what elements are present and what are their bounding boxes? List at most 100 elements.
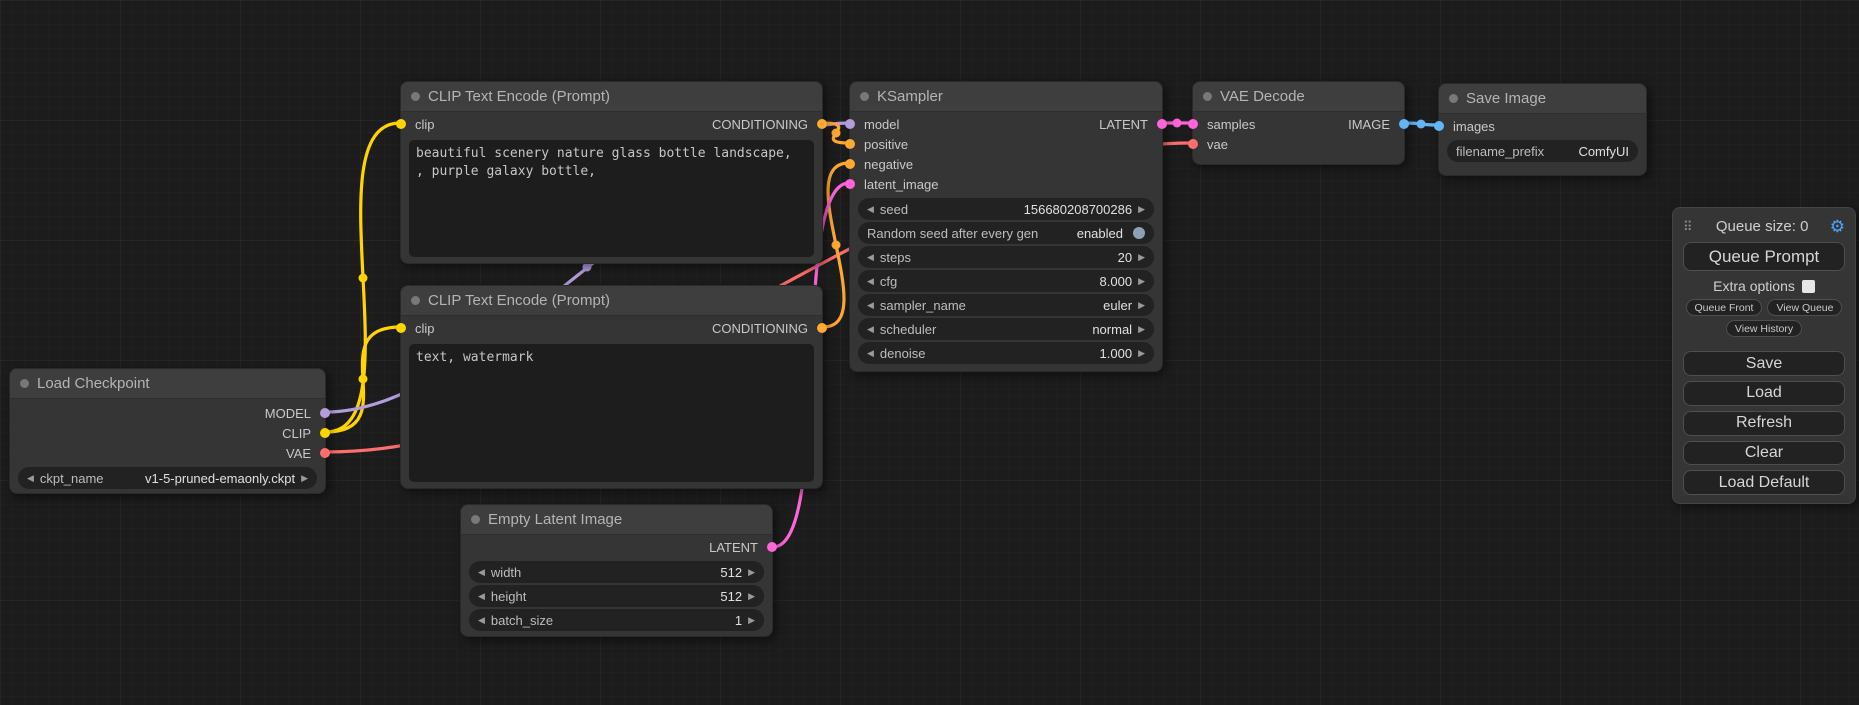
collapse-dot-icon[interactable] bbox=[1449, 94, 1458, 103]
steps-widget[interactable]: ◀ steps 20 ▶ bbox=[858, 246, 1154, 268]
link-midpoint-dot bbox=[359, 375, 368, 384]
negative-prompt-textarea[interactable]: text, watermark bbox=[409, 344, 814, 482]
drag-handle-icon[interactable]: ⠿ bbox=[1683, 219, 1693, 235]
extra-options-checkbox[interactable] bbox=[1802, 280, 1815, 293]
node-title-bar[interactable]: KSampler bbox=[850, 82, 1162, 112]
port-conditioning-output[interactable] bbox=[817, 323, 827, 333]
load-button[interactable]: Load bbox=[1683, 381, 1845, 406]
arrow-right-icon[interactable]: ▶ bbox=[1138, 349, 1145, 358]
arrow-right-icon[interactable]: ▶ bbox=[1138, 301, 1145, 310]
collapse-dot-icon[interactable] bbox=[471, 515, 480, 524]
node-vae-decode[interactable]: VAE Decode samples IMAGE vae bbox=[1192, 81, 1405, 165]
arrow-left-icon[interactable]: ◀ bbox=[478, 592, 485, 601]
port-label-samples-input: samples bbox=[1207, 117, 1255, 132]
height-widget[interactable]: ◀ height 512 ▶ bbox=[469, 585, 764, 607]
node-title-bar[interactable]: CLIP Text Encode (Prompt) bbox=[401, 286, 822, 316]
link-midpoint-dot bbox=[832, 129, 841, 138]
arrow-left-icon[interactable]: ◀ bbox=[478, 568, 485, 577]
port-conditioning-output[interactable] bbox=[817, 119, 827, 129]
arrow-left-icon[interactable]: ◀ bbox=[867, 325, 874, 334]
widget-label: filename_prefix bbox=[1456, 144, 1544, 159]
node-graph-canvas[interactable]: Load Checkpoint MODEL CLIP VAE ◀ ckpt_na… bbox=[0, 0, 1859, 705]
save-button[interactable]: Save bbox=[1683, 351, 1845, 376]
collapse-dot-icon[interactable] bbox=[860, 92, 869, 101]
collapse-dot-icon[interactable] bbox=[411, 296, 420, 305]
seed-widget[interactable]: ◀ seed 156680208700286 ▶ bbox=[858, 198, 1154, 220]
arrow-right-icon[interactable]: ▶ bbox=[1138, 253, 1145, 262]
queue-front-button[interactable]: Queue Front bbox=[1686, 299, 1763, 316]
port-model-input[interactable] bbox=[845, 119, 855, 129]
width-widget[interactable]: ◀ width 512 ▶ bbox=[469, 561, 764, 583]
node-title-bar[interactable]: Save Image bbox=[1439, 84, 1646, 114]
arrow-right-icon[interactable]: ▶ bbox=[1138, 325, 1145, 334]
positive-prompt-textarea[interactable]: beautiful scenery nature glass bottle la… bbox=[409, 140, 814, 257]
collapse-dot-icon[interactable] bbox=[1203, 92, 1212, 101]
arrow-left-icon[interactable]: ◀ bbox=[867, 277, 874, 286]
widget-value: normal bbox=[1092, 322, 1132, 337]
cfg-widget[interactable]: ◀ cfg 8.000 ▶ bbox=[858, 270, 1154, 292]
arrow-left-icon[interactable]: ◀ bbox=[27, 474, 34, 483]
widget-label: sampler_name bbox=[880, 298, 966, 313]
scheduler-widget[interactable]: ◀ scheduler normal ▶ bbox=[858, 318, 1154, 340]
toggle-knob-icon[interactable] bbox=[1133, 227, 1145, 239]
refresh-button[interactable]: Refresh bbox=[1683, 411, 1845, 436]
port-label-images-input: images bbox=[1453, 119, 1495, 134]
node-title-bar[interactable]: VAE Decode bbox=[1193, 82, 1404, 112]
port-negative-input[interactable] bbox=[845, 159, 855, 169]
node-clip-text-encode-negative[interactable]: CLIP Text Encode (Prompt) clip CONDITION… bbox=[400, 285, 823, 489]
port-vae-input[interactable] bbox=[1188, 139, 1198, 149]
widget-value: enabled bbox=[1077, 226, 1123, 241]
node-clip-text-encode-positive[interactable]: CLIP Text Encode (Prompt) clip CONDITION… bbox=[400, 81, 823, 264]
arrow-right-icon[interactable]: ▶ bbox=[1138, 205, 1145, 214]
port-samples-input[interactable] bbox=[1188, 119, 1198, 129]
port-clip-input[interactable] bbox=[396, 323, 406, 333]
settings-gear-icon[interactable]: ⚙ bbox=[1830, 217, 1845, 237]
collapse-dot-icon[interactable] bbox=[20, 379, 29, 388]
arrow-left-icon[interactable]: ◀ bbox=[867, 301, 874, 310]
ckpt-name-widget[interactable]: ◀ ckpt_name v1-5-pruned-emaonly.ckpt ▶ bbox=[18, 467, 317, 489]
arrow-right-icon[interactable]: ▶ bbox=[748, 568, 755, 577]
port-model-output[interactable] bbox=[320, 408, 330, 418]
port-label-image-output: IMAGE bbox=[1348, 117, 1390, 132]
port-clip-output[interactable] bbox=[320, 428, 330, 438]
node-title: Empty Latent Image bbox=[488, 511, 622, 528]
node-title-bar[interactable]: Empty Latent Image bbox=[461, 505, 772, 535]
arrow-left-icon[interactable]: ◀ bbox=[867, 349, 874, 358]
arrow-right-icon[interactable]: ▶ bbox=[1138, 277, 1145, 286]
port-clip-input[interactable] bbox=[396, 119, 406, 129]
node-ksampler[interactable]: KSampler model LATENT positive negative … bbox=[849, 81, 1163, 372]
collapse-dot-icon[interactable] bbox=[411, 92, 420, 101]
arrow-right-icon[interactable]: ▶ bbox=[748, 616, 755, 625]
arrow-left-icon[interactable]: ◀ bbox=[867, 253, 874, 262]
port-latent-output[interactable] bbox=[1157, 119, 1167, 129]
port-image-output[interactable] bbox=[1399, 119, 1409, 129]
port-images-input[interactable] bbox=[1434, 121, 1444, 131]
node-save-image[interactable]: Save Image images filename_prefix ComfyU… bbox=[1438, 83, 1647, 176]
node-title-bar[interactable]: CLIP Text Encode (Prompt) bbox=[401, 82, 822, 112]
port-latent-image-input[interactable] bbox=[845, 179, 855, 189]
port-latent-output[interactable] bbox=[767, 542, 777, 552]
link-midpoint-dot bbox=[1417, 120, 1426, 129]
node-empty-latent-image[interactable]: Empty Latent Image LATENT ◀ width 512 ▶ … bbox=[460, 504, 773, 637]
batch-size-widget[interactable]: ◀ batch_size 1 ▶ bbox=[469, 609, 764, 631]
node-load-checkpoint[interactable]: Load Checkpoint MODEL CLIP VAE ◀ ckpt_na… bbox=[9, 368, 326, 494]
node-title-bar[interactable]: Load Checkpoint bbox=[10, 369, 325, 399]
clear-button[interactable]: Clear bbox=[1683, 441, 1845, 466]
arrow-left-icon[interactable]: ◀ bbox=[867, 205, 874, 214]
arrow-left-icon[interactable]: ◀ bbox=[478, 616, 485, 625]
node-title: Load Checkpoint bbox=[37, 375, 150, 392]
filename-prefix-widget[interactable]: filename_prefix ComfyUI bbox=[1447, 140, 1638, 162]
queue-prompt-button[interactable]: Queue Prompt bbox=[1683, 242, 1845, 272]
port-vae-output[interactable] bbox=[320, 448, 330, 458]
queue-panel[interactable]: ⠿ Queue size: 0 ⚙ Queue Prompt Extra opt… bbox=[1672, 207, 1856, 504]
random-seed-toggle-widget[interactable]: Random seed after every gen enabled bbox=[858, 222, 1154, 244]
sampler-name-widget[interactable]: ◀ sampler_name euler ▶ bbox=[858, 294, 1154, 316]
view-history-button[interactable]: View History bbox=[1726, 320, 1802, 337]
port-positive-input[interactable] bbox=[845, 139, 855, 149]
denoise-widget[interactable]: ◀ denoise 1.000 ▶ bbox=[858, 342, 1154, 364]
load-default-button[interactable]: Load Default bbox=[1683, 470, 1845, 495]
arrow-right-icon[interactable]: ▶ bbox=[748, 592, 755, 601]
queue-panel-header: ⠿ Queue size: 0 ⚙ bbox=[1683, 216, 1845, 238]
view-queue-button[interactable]: View Queue bbox=[1767, 299, 1842, 316]
arrow-right-icon[interactable]: ▶ bbox=[301, 474, 308, 483]
